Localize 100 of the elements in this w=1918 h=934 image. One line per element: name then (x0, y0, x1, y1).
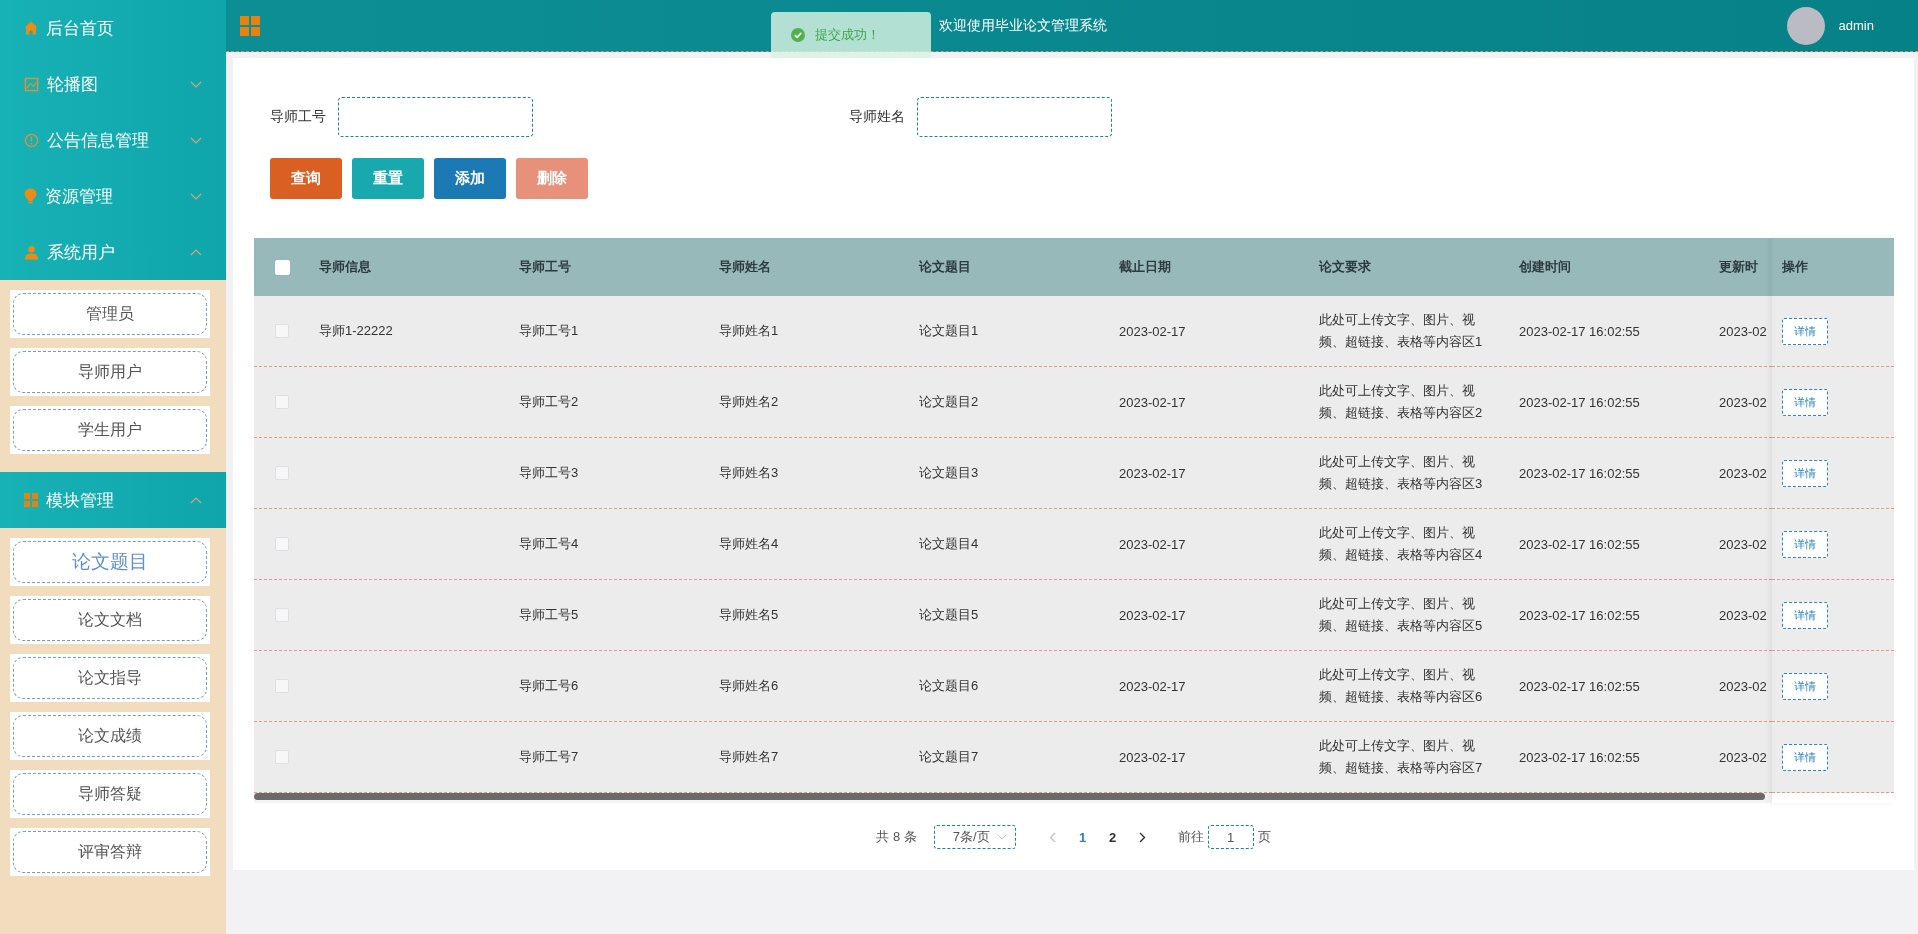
submenu-item[interactable]: 论文成绩 (13, 715, 207, 757)
column-header: 论文题目 (917, 258, 972, 276)
table-cell-text: 此处可上传文字、图片、视频、超链接、表格等内容区2 (1319, 382, 1484, 422)
column-header: 操作 (1782, 258, 1809, 276)
add-button[interactable]: 添加 (434, 158, 506, 199)
table-cell: 论文题目2 (919, 394, 979, 409)
checkbox[interactable] (275, 679, 289, 693)
checkbox[interactable] (275, 608, 289, 622)
menu-item[interactable]: 模块管理 (0, 472, 226, 528)
page-link[interactable]: 2 (1097, 829, 1128, 845)
table-cell: 导师工号2 (519, 394, 579, 409)
details-button[interactable]: 详情 (1782, 459, 1828, 487)
reset-button[interactable]: 重置 (352, 158, 424, 199)
details-button[interactable]: 详情 (1782, 388, 1828, 416)
table-cell: 导师工号6 (519, 678, 579, 693)
submenu-item[interactable]: 论文题目 (13, 541, 207, 583)
details-button[interactable]: 详情 (1782, 743, 1828, 771)
table-cell: 2023-02-17 16:02:55 (1519, 749, 1640, 765)
details-button[interactable]: 详情 (1782, 601, 1828, 629)
menu-item[interactable]: 系统用户 (0, 224, 226, 280)
table-cell: 2023-02-17 (1119, 323, 1186, 339)
table-cell: 导师姓名7 (719, 749, 779, 764)
menu-item[interactable]: 轮播图 (0, 56, 226, 112)
table-cell: 2023-02-17 (1119, 394, 1186, 410)
user-icon (24, 244, 39, 260)
goto-label: 前往 (1177, 828, 1204, 846)
grid-icon (24, 493, 38, 507)
menu-label: 公告信息管理 (47, 129, 150, 152)
page-suffix: 页 (1257, 828, 1271, 846)
menu-label: 后台首页 (46, 17, 115, 40)
checkbox[interactable] (275, 466, 289, 480)
image-icon (24, 76, 39, 92)
column-header: 创建时间 (1518, 258, 1572, 276)
checkbox[interactable] (275, 324, 289, 338)
table-cell-text: 此处可上传文字、图片、视频、超链接、表格等内容区4 (1319, 524, 1484, 564)
table-cell: 2023-02 (1719, 394, 1767, 410)
caret-icon (996, 834, 1007, 840)
field-label: 导师姓名 (849, 108, 905, 126)
table-cell: 2023-02-17 (1119, 749, 1186, 765)
table-cell-text: 此处可上传文字、图片、视频、超链接、表格等内容区6 (1319, 666, 1484, 706)
table-cell-text: 此处可上传文字、图片、视频、超链接、表格等内容区5 (1319, 595, 1484, 635)
search-button[interactable]: 查询 (270, 158, 342, 199)
menu-label: 系统用户 (47, 241, 116, 264)
table-cell: 2023-02 (1719, 607, 1767, 623)
delete-button[interactable]: 删除 (516, 158, 588, 199)
table-cell: 2023-02 (1719, 749, 1767, 765)
table-cell: 2023-02-17 (1119, 465, 1186, 481)
table-cell: 论文题目5 (919, 607, 979, 622)
details-button[interactable]: 详情 (1782, 530, 1828, 558)
avatar[interactable] (1786, 6, 1825, 45)
input-field[interactable] (338, 97, 533, 137)
table-cell: 2023-02 (1719, 678, 1767, 694)
table-cell: 导师姓名6 (719, 678, 779, 693)
submenu-item[interactable]: 学生用户 (13, 409, 207, 451)
scrollbar[interactable] (254, 793, 1765, 800)
input-field[interactable] (917, 97, 1112, 137)
page-size-select[interactable]: 7条/页 (933, 825, 1016, 849)
table-cell-text: 此处可上传文字、图片、视频、超链接、表格等内容区7 (1319, 737, 1484, 777)
details-button[interactable]: 详情 (1782, 672, 1828, 700)
table-cell: 2023-02-17 16:02:55 (1519, 536, 1640, 552)
app-title: 欢迎使用毕业论文管理系统 (939, 16, 1108, 35)
table-cell: 2023-02-17 16:02:55 (1519, 323, 1640, 339)
bulb-icon (24, 188, 37, 204)
submenu-item[interactable]: 导师用户 (13, 351, 207, 393)
submenu-item[interactable]: 评审答辩 (13, 831, 207, 873)
home-icon (24, 21, 38, 35)
check-circle-icon (791, 28, 805, 42)
table-cell: 导师姓名2 (719, 394, 779, 409)
info-icon (24, 132, 39, 148)
details-button[interactable]: 详情 (1782, 317, 1828, 345)
submenu-item[interactable]: 论文文档 (13, 599, 207, 641)
column-header: 导师信息 (318, 258, 372, 276)
menu-item[interactable]: 资源管理 (0, 168, 226, 224)
table-cell: 导师姓名5 (719, 607, 779, 622)
table-cell: 导师工号5 (519, 607, 579, 622)
submenu-item[interactable]: 管理员 (13, 293, 207, 335)
table-cell: 导师姓名1 (719, 323, 779, 338)
table-cell: 论文题目4 (919, 536, 979, 551)
checkbox[interactable] (275, 750, 289, 764)
checkbox[interactable] (275, 395, 289, 409)
toast-message: 提交成功！ (815, 26, 880, 44)
table-cell: 导师姓名4 (719, 536, 779, 551)
menu-item[interactable]: 公告信息管理 (0, 112, 226, 168)
menu-item[interactable]: 后台首页 (0, 0, 226, 56)
table-cell: 2023-02-17 16:02:55 (1519, 465, 1640, 481)
grid-icon[interactable] (240, 15, 260, 36)
menu-label: 模块管理 (46, 489, 115, 512)
next-page-icon[interactable] (1139, 831, 1147, 843)
column-header: 更新时 (1718, 258, 1759, 276)
checkbox[interactable] (275, 537, 289, 551)
submenu-item[interactable]: 导师答疑 (13, 773, 207, 815)
table-cell: 导师姓名3 (719, 465, 779, 480)
page-link[interactable]: 1 (1067, 829, 1098, 845)
table-cell: 论文题目3 (919, 465, 979, 480)
table-cell: 2023-02 (1719, 323, 1767, 339)
page-input[interactable]: 1 (1207, 825, 1254, 849)
submenu-item[interactable]: 论文指导 (13, 657, 207, 699)
table-cell: 2023-02 (1719, 536, 1767, 552)
field-label: 导师工号 (270, 108, 326, 126)
table-cell: 导师工号3 (519, 465, 579, 480)
